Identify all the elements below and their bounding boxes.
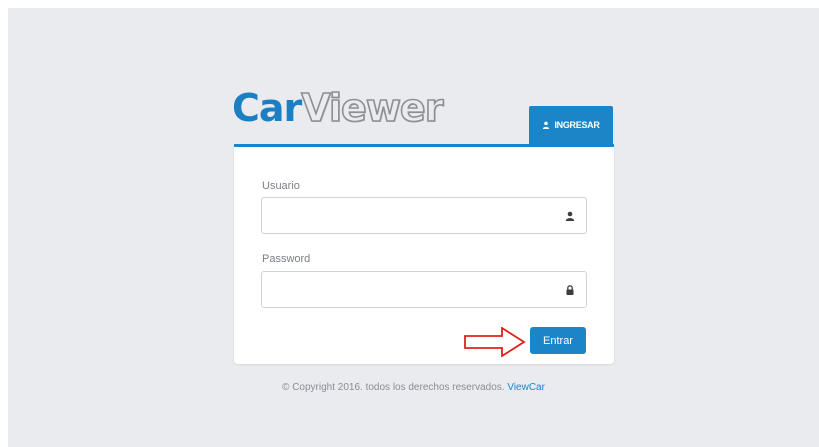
username-input[interactable]	[262, 198, 586, 233]
lock-icon	[566, 285, 574, 295]
user-icon	[565, 211, 575, 221]
red-arrow-right-icon	[464, 327, 526, 357]
password-field-wrapper	[261, 271, 587, 308]
login-card: Usuario Password Entrar	[234, 144, 614, 364]
entrar-button[interactable]: Entrar	[530, 327, 586, 354]
password-input[interactable]	[262, 272, 586, 307]
footer: © Copyright 2016. todos los derechos res…	[8, 382, 819, 393]
viewcar-link[interactable]: ViewCar	[507, 382, 545, 393]
user-icon	[543, 121, 550, 129]
password-label: Password	[262, 253, 311, 265]
logo-viewer-text: Viewer	[300, 85, 444, 131]
login-page: CarViewer INGRESAR Usuario Password Entr…	[8, 8, 819, 447]
logo-car-text: Car	[232, 86, 302, 130]
tab-ingresar[interactable]: INGRESAR	[529, 106, 613, 144]
copyright-text: © Copyright 2016. todos los derechos res…	[282, 382, 505, 393]
tab-label: INGRESAR	[554, 120, 600, 130]
username-label: Usuario	[262, 180, 300, 192]
username-field-wrapper	[261, 197, 587, 234]
carviewer-logo: CarViewer	[232, 85, 444, 131]
